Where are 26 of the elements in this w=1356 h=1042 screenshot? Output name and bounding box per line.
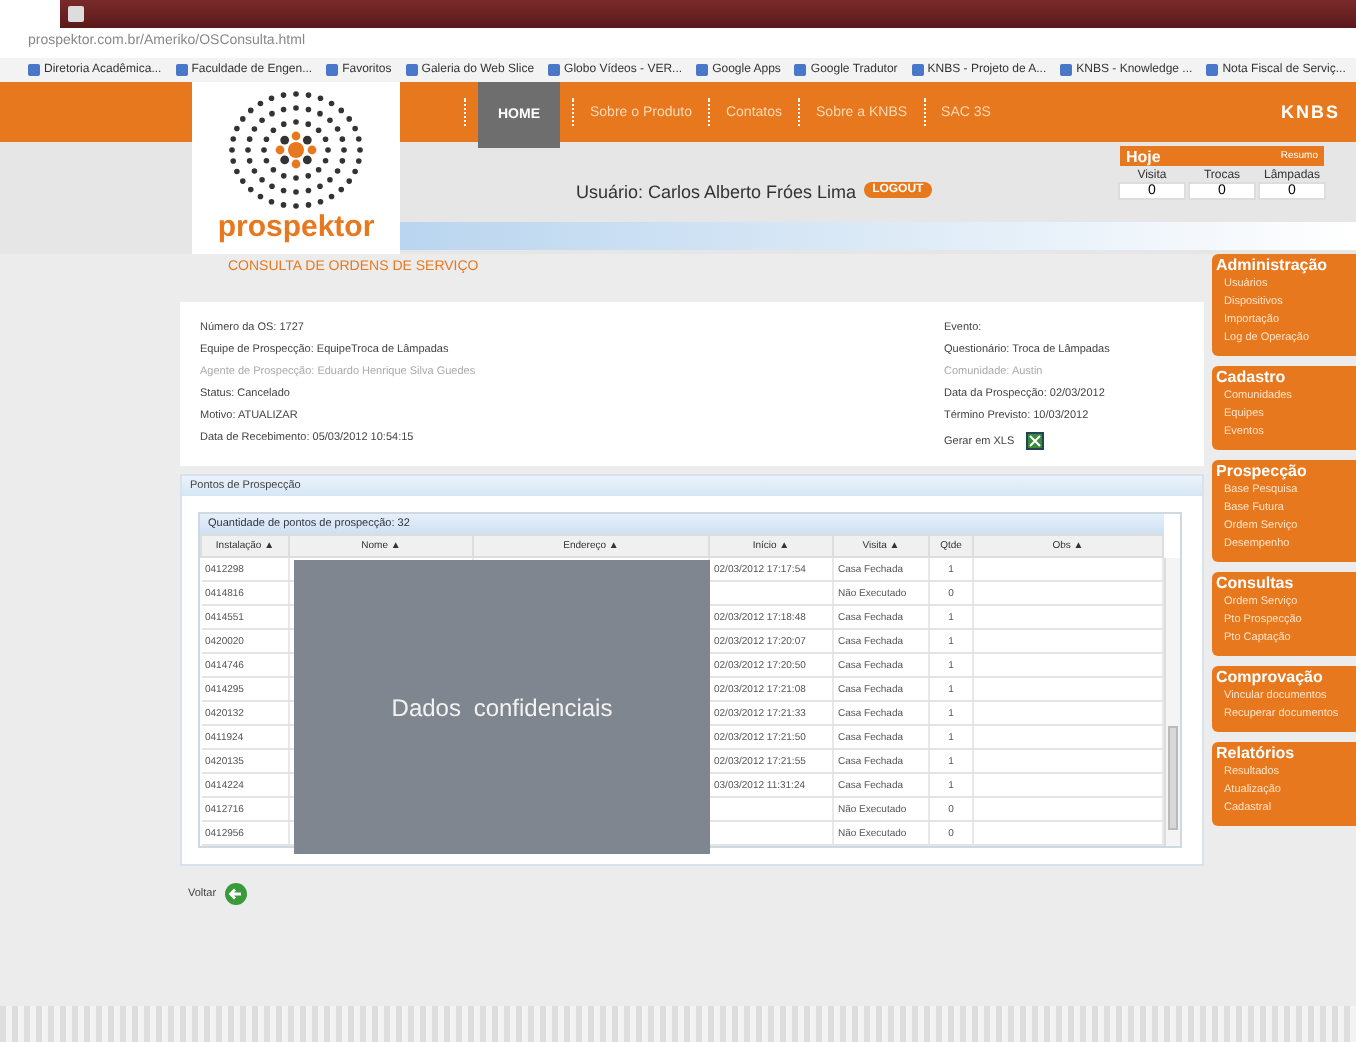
spreadsheet-icon[interactable] (1026, 432, 1045, 450)
page-icon (175, 64, 188, 76)
user-name: Usuário: Carlos Alberto Fróes Lima (576, 182, 857, 202)
page-icon (794, 64, 807, 76)
menu-group-title: Consultas (1216, 574, 1296, 592)
logo-text: prospektor (217, 210, 375, 244)
overlay-text: Dados confidenciais (391, 693, 613, 721)
page-icon (548, 64, 561, 76)
close-icon[interactable] (68, 6, 84, 22)
page-icon (1206, 64, 1219, 76)
menu-group-title: Comprovação (1216, 668, 1325, 686)
page-icon (28, 64, 40, 76)
scroll-thumb[interactable] (1168, 726, 1178, 830)
brand-logo: KNBS (1280, 102, 1340, 122)
page-icon (326, 64, 339, 76)
page-icon (696, 64, 709, 76)
back-arrow-icon[interactable] (224, 882, 249, 906)
page-icon (1060, 64, 1073, 76)
panel-title: Hoje (1126, 147, 1161, 165)
menu-group-title: Cadastro (1216, 368, 1288, 386)
page-icon (911, 64, 924, 76)
menu-group-title: Administração (1216, 256, 1330, 274)
menu-group-title: Relatórios (1216, 744, 1297, 762)
page-icon (405, 64, 418, 76)
menu-group-title: Prospecção (1216, 462, 1309, 480)
scroll-bar[interactable] (1164, 558, 1180, 846)
